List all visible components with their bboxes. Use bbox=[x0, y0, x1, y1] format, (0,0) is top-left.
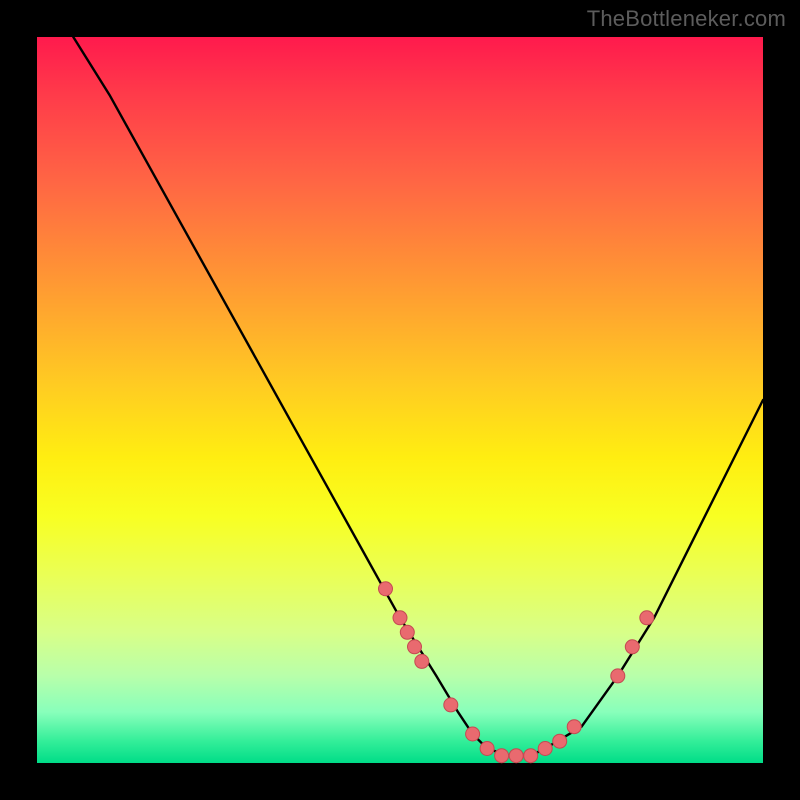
marker-dot bbox=[611, 669, 625, 683]
marker-dot bbox=[538, 742, 552, 756]
watermark-text: TheBottleneker.com bbox=[587, 6, 786, 32]
marker-dot bbox=[393, 611, 407, 625]
marker-dot bbox=[444, 698, 458, 712]
marker-dot bbox=[480, 742, 494, 756]
marker-dot bbox=[553, 734, 567, 748]
marker-dots bbox=[379, 582, 654, 763]
marker-dot bbox=[567, 720, 581, 734]
marker-dot bbox=[524, 749, 538, 763]
marker-dot bbox=[466, 727, 480, 741]
bottleneck-svg bbox=[37, 37, 763, 763]
marker-dot bbox=[640, 611, 654, 625]
marker-dot bbox=[625, 640, 639, 654]
marker-dot bbox=[379, 582, 393, 596]
marker-dot bbox=[408, 640, 422, 654]
marker-dot bbox=[495, 749, 509, 763]
marker-dot bbox=[400, 625, 414, 639]
marker-dot bbox=[415, 654, 429, 668]
marker-dot bbox=[509, 749, 523, 763]
chart-plot-area bbox=[37, 37, 763, 763]
